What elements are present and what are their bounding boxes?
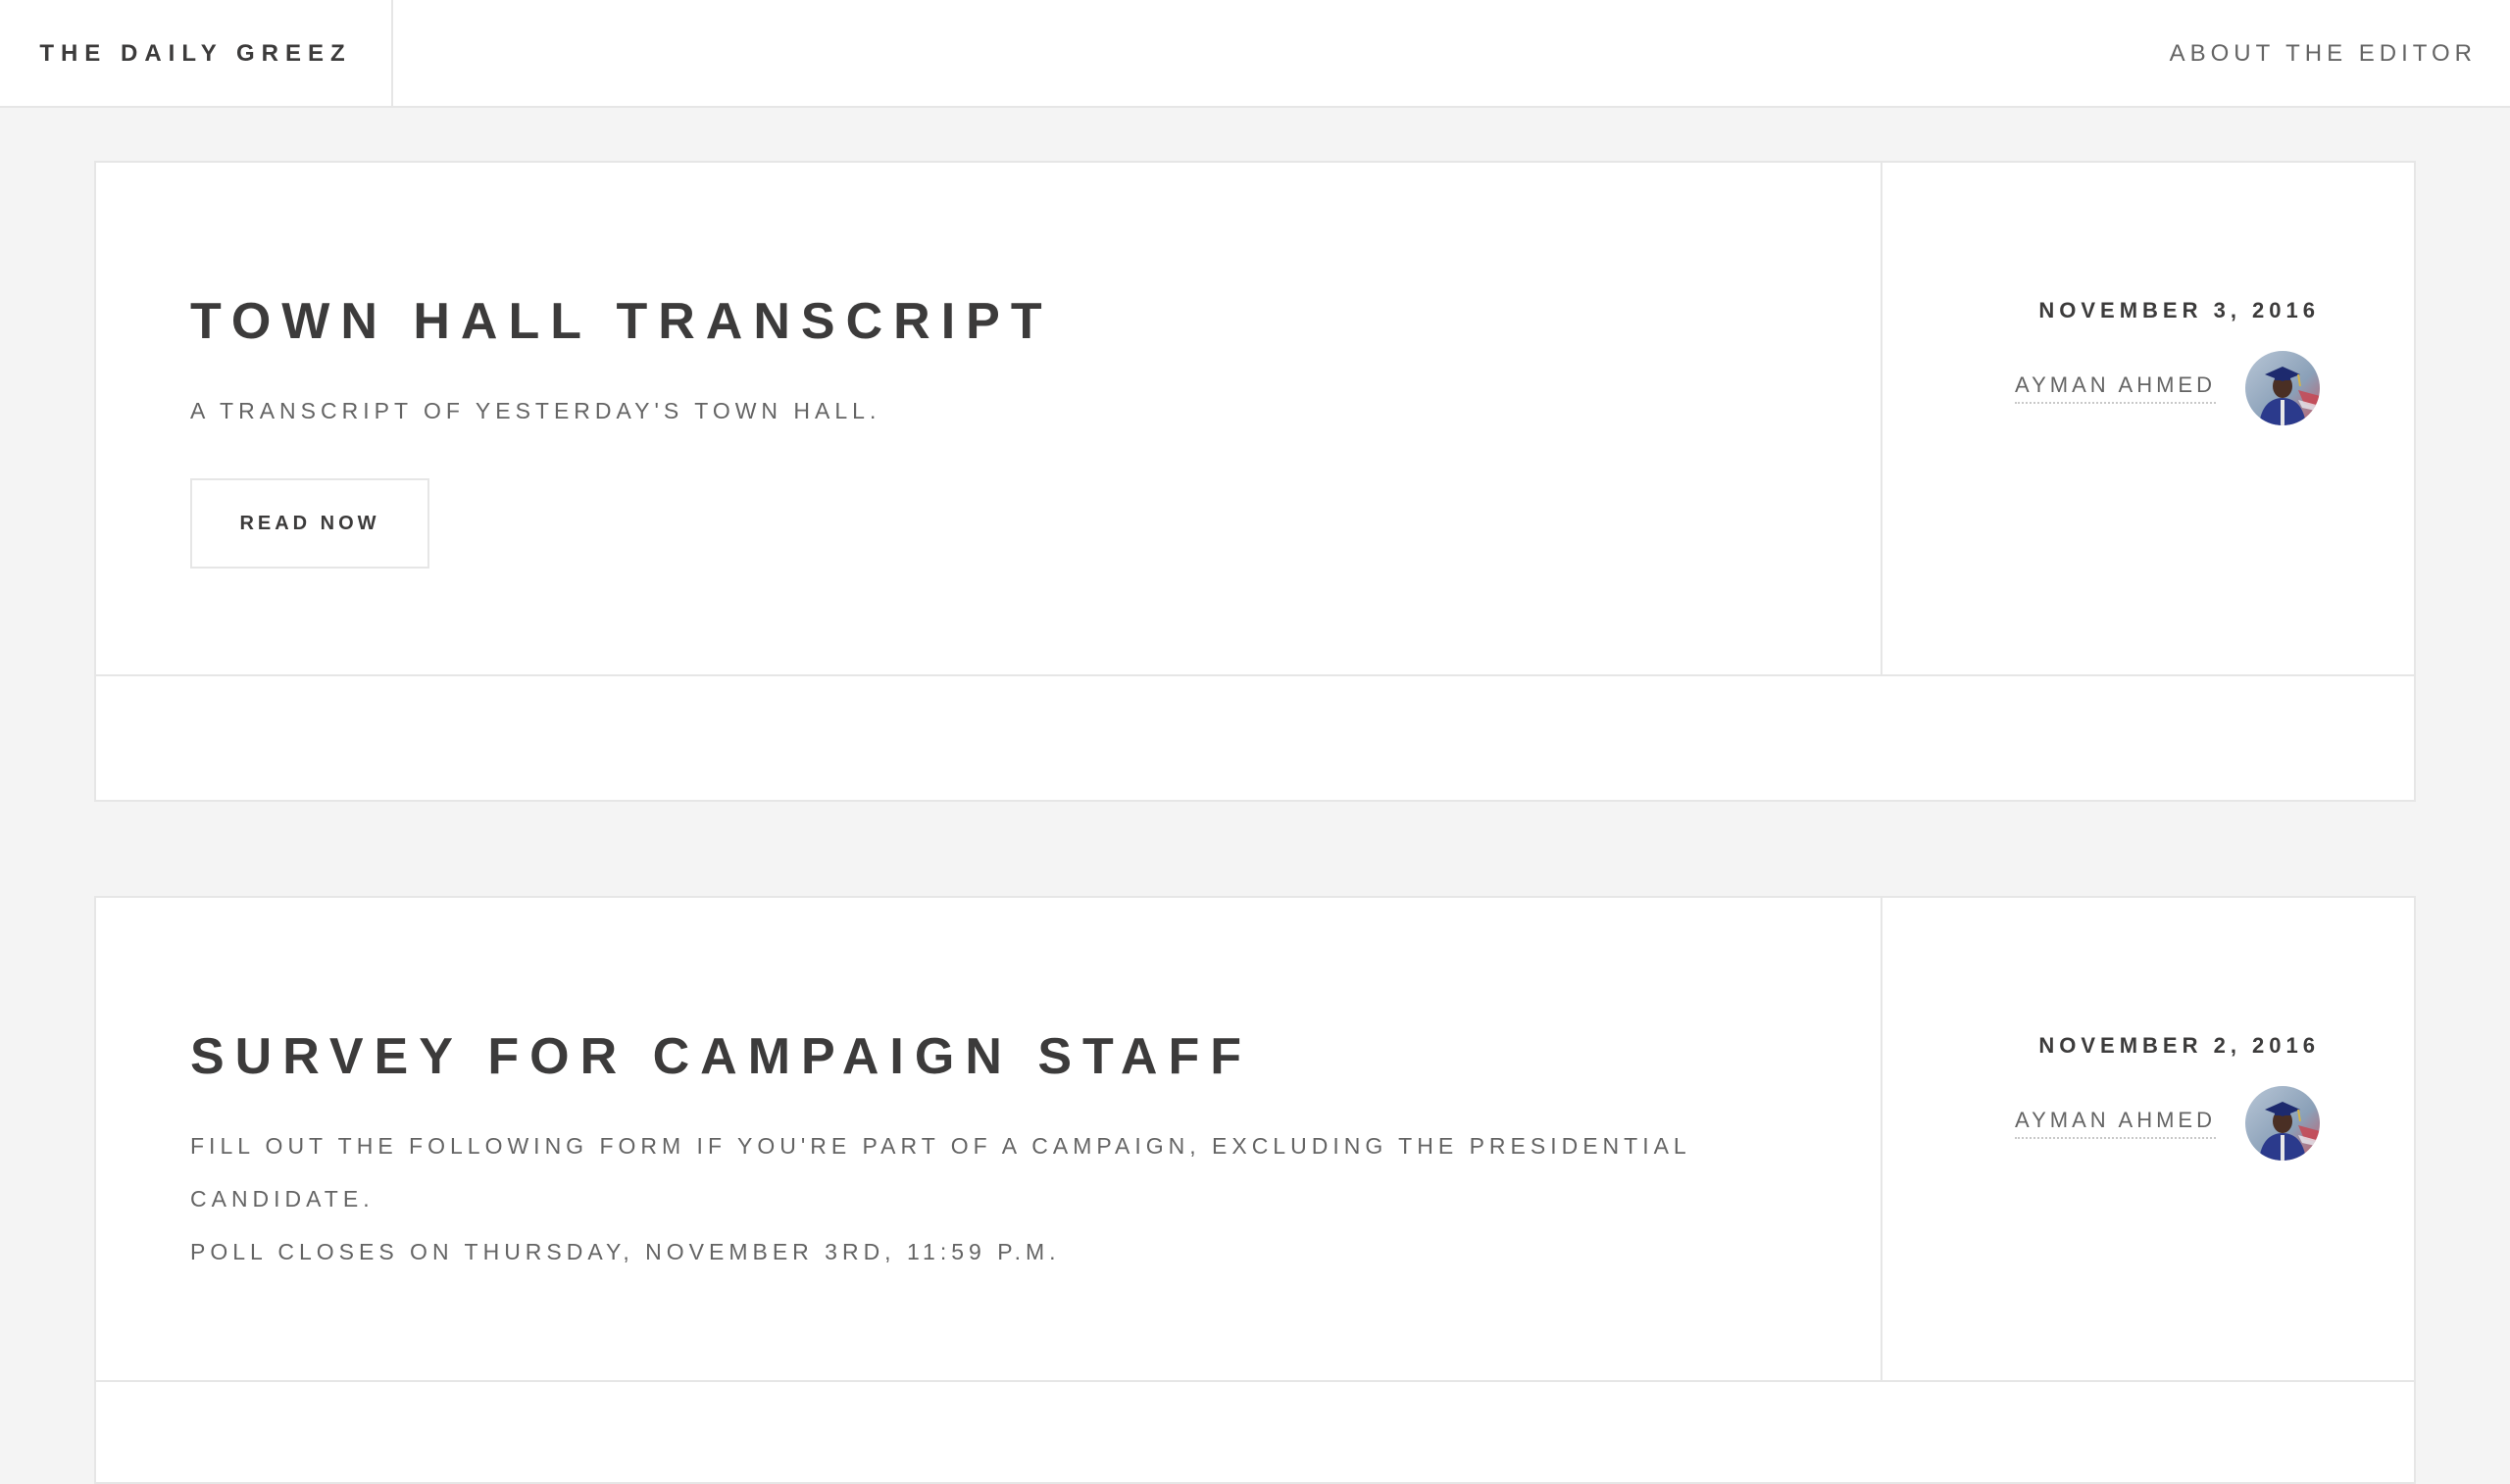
post-description: A TRANSCRIPT OF YESTERDAY'S TOWN HALL. (190, 384, 880, 437)
post-meta: NOVEMBER 2, 2016 AYMAN AHMED (1882, 898, 2414, 1380)
post-card: TOWN HALL TRANSCRIPT A TRANSCRIPT OF YES… (94, 161, 2416, 802)
post-title[interactable]: TOWN HALL TRANSCRIPT (190, 296, 1053, 347)
site-logo-link[interactable]: THE DAILY GREEZ (39, 40, 351, 68)
post-main: TOWN HALL TRANSCRIPT A TRANSCRIPT OF YES… (96, 163, 1882, 674)
author-avatar[interactable] (2245, 351, 2320, 425)
post-footer (96, 1380, 2414, 1482)
post-description-line: CANDIDATE. (190, 1186, 375, 1212)
post-main: SURVEY FOR CAMPAIGN STAFF FILL OUT THE F… (96, 898, 1882, 1380)
avatar-graduate-icon (2245, 351, 2320, 425)
post-footer (96, 674, 2414, 800)
brand-container: THE DAILY GREEZ (0, 0, 393, 108)
post-date: NOVEMBER 2, 2016 (2038, 1033, 2320, 1058)
author-name-link[interactable]: AYMAN AHMED (2015, 372, 2216, 404)
read-now-button[interactable]: READ NOW (190, 478, 429, 569)
site-header: THE DAILY GREEZ ABOUT THE EDITOR (0, 0, 2510, 108)
post-meta: NOVEMBER 3, 2016 AYMAN AHMED (1882, 163, 2414, 674)
main-nav: ABOUT THE EDITOR (2170, 0, 2477, 108)
post-description-line: A TRANSCRIPT OF YESTERDAY'S TOWN HALL. (190, 398, 881, 423)
post-card: SURVEY FOR CAMPAIGN STAFF FILL OUT THE F… (94, 896, 2416, 1484)
post-author: AYMAN AHMED (2015, 1086, 2320, 1161)
post-title[interactable]: SURVEY FOR CAMPAIGN STAFF (190, 1031, 1252, 1082)
post-date: NOVEMBER 3, 2016 (2038, 298, 2320, 322)
post-description-line: POLL CLOSES ON THURSDAY, NOVEMBER 3RD, 1… (190, 1239, 1061, 1264)
author-name-link[interactable]: AYMAN AHMED (2015, 1108, 2216, 1139)
post-description: FILL OUT THE FOLLOWING FORM IF YOU'RE PA… (190, 1119, 1691, 1278)
author-avatar[interactable] (2245, 1086, 2320, 1161)
avatar-graduate-icon (2245, 1086, 2320, 1161)
post-description-line: FILL OUT THE FOLLOWING FORM IF YOU'RE PA… (190, 1133, 1691, 1159)
post-author: AYMAN AHMED (2015, 351, 2320, 425)
nav-about-the-editor[interactable]: ABOUT THE EDITOR (2170, 40, 2477, 68)
